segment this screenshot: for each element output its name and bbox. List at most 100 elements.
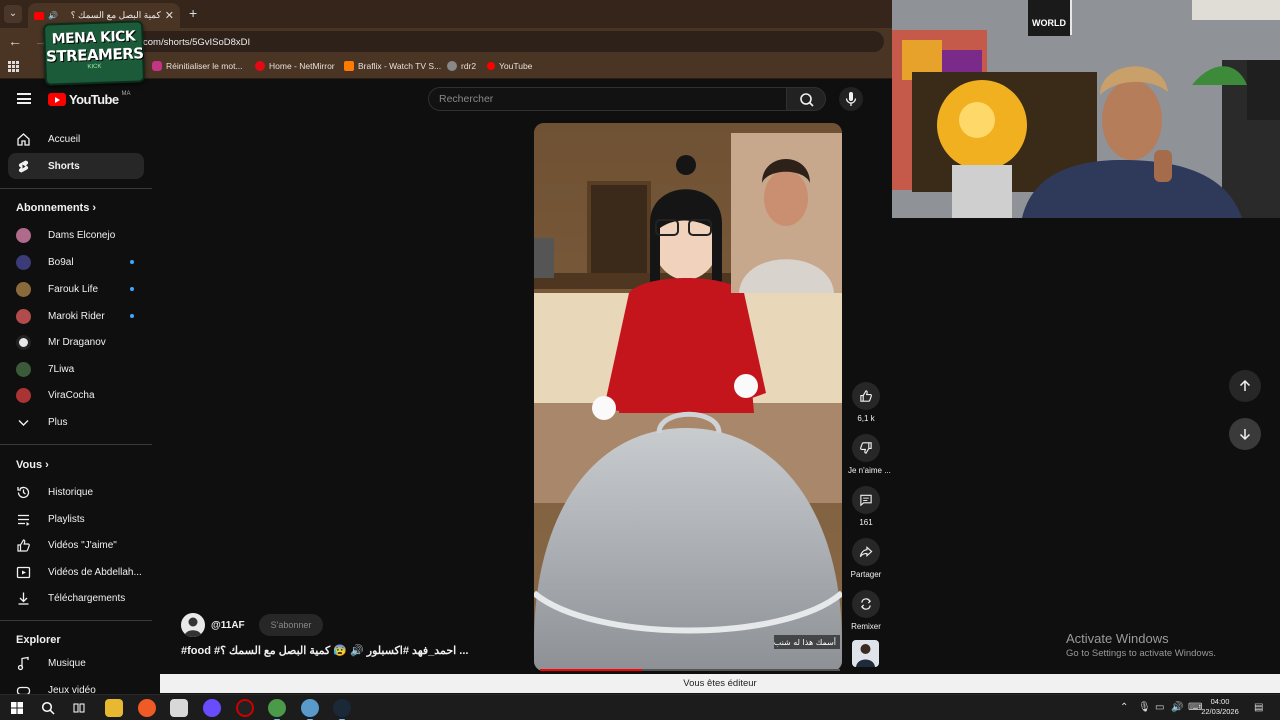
start-button[interactable] xyxy=(8,699,26,717)
heading-label: Vous xyxy=(16,459,43,471)
video-frame: أسمك هذا له شنب xyxy=(534,123,842,671)
sidebar-item-music[interactable]: Musique xyxy=(8,650,144,676)
short-video-player[interactable]: أسمك هذا له شنب xyxy=(534,123,842,671)
sidebar-item-subscription[interactable]: Dams Elconejo xyxy=(8,222,144,248)
store-icon[interactable] xyxy=(170,699,188,717)
back-arrow-icon[interactable]: ← xyxy=(8,33,22,49)
brave-browser-icon[interactable] xyxy=(138,699,156,717)
taskbar-clock[interactable]: 04:00 22/03/2026 xyxy=(1200,697,1240,717)
video-title[interactable]: #food #احمد_فهد #اكسبلور 🔊 😰 كمية البصل … xyxy=(181,644,481,657)
share-button[interactable]: Partager xyxy=(848,538,884,579)
avatar xyxy=(16,335,31,350)
divider xyxy=(0,444,152,445)
subscribe-button[interactable]: S'abonner xyxy=(258,614,324,636)
sidebar-item-subscription[interactable]: ViraCocha xyxy=(8,382,144,408)
remix-label: Remixer xyxy=(851,622,881,631)
channel-avatar xyxy=(16,388,31,403)
channel-name[interactable]: @11AF xyxy=(211,620,245,631)
watermark-title: Activate Windows xyxy=(1066,631,1169,646)
video-progress-bar[interactable] xyxy=(540,669,840,671)
comments-button[interactable]: 161 xyxy=(848,486,884,527)
steam-icon[interactable] xyxy=(333,699,351,720)
sidebar-item-downloads[interactable]: Téléchargements xyxy=(8,585,144,611)
new-tab-button[interactable]: + xyxy=(189,5,197,21)
dislike-button[interactable]: Je n'aime ... xyxy=(848,434,891,475)
tab-search-dropdown[interactable]: ⌄ xyxy=(4,5,22,23)
channel-avatar[interactable] xyxy=(181,613,205,637)
sidebar-item-history[interactable]: Historique xyxy=(8,479,144,505)
close-tab-icon[interactable]: ✕ xyxy=(165,9,174,22)
search-button[interactable] xyxy=(786,87,826,111)
sidebar-item-playlists[interactable]: Playlists xyxy=(8,506,144,532)
avatar xyxy=(16,309,31,324)
channel-avatar xyxy=(16,362,31,377)
search-input[interactable] xyxy=(429,88,786,110)
sidebar-item-label: Mr Draganov xyxy=(48,336,106,348)
sidebar-item-subscription[interactable]: Farouk Life xyxy=(8,276,144,302)
microphone-icon[interactable]: 🎙 xyxy=(1138,702,1151,713)
like-icon xyxy=(16,538,31,553)
sidebar-item-label: Maroki Rider xyxy=(48,310,105,322)
notifications-icon[interactable]: ▤ xyxy=(1254,702,1263,713)
chrome-icon[interactable] xyxy=(268,699,286,720)
thumbs-down-icon xyxy=(852,434,880,462)
stream-overlay-logo: MENA KICK STREAMERS KICK xyxy=(42,20,146,86)
bookmark-item[interactable]: YouTube xyxy=(487,61,532,71)
comment-icon xyxy=(852,486,880,514)
clock-time: 04:00 xyxy=(1210,697,1230,706)
bookmark-item[interactable]: Home - NetMirror xyxy=(255,61,335,71)
menu-icon[interactable] xyxy=(17,93,31,104)
task-view-button[interactable] xyxy=(70,699,88,717)
rockstar-icon[interactable] xyxy=(236,699,254,717)
sidebar-item-label: Plus xyxy=(48,416,68,428)
bookmark-label: Réinitialiser le mot... xyxy=(166,61,243,71)
divider xyxy=(0,188,152,189)
sidebar-item-your-videos[interactable]: Vidéos de Abdellah... xyxy=(8,559,144,585)
search-taskbar-button[interactable] xyxy=(39,699,57,717)
search-box xyxy=(428,87,786,111)
logo-line-2: STREAMERS xyxy=(45,44,144,66)
messenger-icon[interactable] xyxy=(203,699,221,717)
sidebar-item-subscription[interactable]: Maroki Rider xyxy=(8,303,144,329)
voice-search-button[interactable] xyxy=(839,87,863,111)
sidebar-item-home[interactable]: Accueil xyxy=(8,126,144,152)
volume-icon[interactable]: 🔊 xyxy=(1171,702,1183,713)
sound-thumbnail-image xyxy=(852,640,879,667)
sound-thumbnail[interactable] xyxy=(852,640,879,667)
channel-avatar xyxy=(16,282,31,297)
microphone-icon xyxy=(845,92,857,106)
sidebar-item-label: ViraCocha xyxy=(48,389,95,401)
next-short-button[interactable] xyxy=(1229,418,1261,450)
subscriptions-heading[interactable]: Abonnements › xyxy=(16,202,96,214)
apps-grid-icon[interactable] xyxy=(8,61,19,72)
channel-row: @11AF S'abonner xyxy=(181,613,324,637)
file-explorer-icon[interactable] xyxy=(105,699,123,717)
sidebar-item-more[interactable]: Plus xyxy=(8,409,144,435)
chrome-profile-icon[interactable] xyxy=(301,699,319,720)
thumbs-up-icon xyxy=(852,382,880,410)
bookmark-item[interactable]: Braflix - Watch TV S... xyxy=(344,61,441,71)
bookmark-item[interactable]: rdr2 xyxy=(447,61,476,71)
chevron-down-icon xyxy=(16,415,31,430)
channel-avatar xyxy=(16,335,31,350)
sidebar-item-shorts[interactable]: Shorts xyxy=(8,153,144,179)
chevron-up-icon[interactable]: ⌃ xyxy=(1120,702,1128,713)
comment-count: 161 xyxy=(859,518,873,527)
instagram-icon xyxy=(152,61,162,71)
youtube-logo[interactable]: YouTube MA xyxy=(48,91,130,107)
sidebar-item-subscription[interactable]: Bo9al xyxy=(8,249,144,275)
download-icon xyxy=(16,591,31,606)
sidebar-item-subscription[interactable]: Mr Draganov xyxy=(8,329,144,355)
bookmark-item[interactable]: Réinitialiser le mot... xyxy=(152,61,243,71)
globe-icon xyxy=(447,61,457,71)
sidebar-item-subscription[interactable]: 7Liwa xyxy=(8,356,144,382)
screen: { "browser": { "tab_title": "كمية البصل … xyxy=(0,0,1280,720)
like-count: 6,1 k xyxy=(857,414,875,423)
activate-windows-watermark: Activate Windows Go to Settings to activ… xyxy=(1066,631,1216,659)
you-heading[interactable]: Vous › xyxy=(16,459,49,471)
previous-short-button[interactable] xyxy=(1229,370,1261,402)
sidebar-item-liked-videos[interactable]: Vidéos "J'aime" xyxy=(8,532,144,558)
network-icon[interactable]: ▭ xyxy=(1155,702,1164,713)
like-button[interactable]: 6,1 k xyxy=(848,382,884,423)
remix-button[interactable]: Remixer xyxy=(848,590,884,631)
